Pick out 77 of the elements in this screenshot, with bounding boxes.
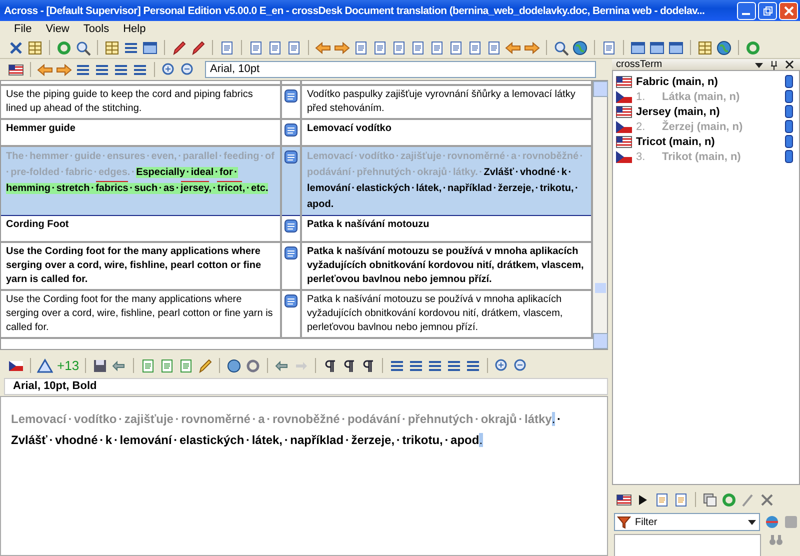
left-arrow-icon[interactable] bbox=[505, 40, 521, 56]
table-cell: Cording Foot bbox=[1, 216, 281, 242]
segment-row[interactable]: Cording Foot Patka k našívání motouzu bbox=[1, 216, 592, 242]
funnel-icon bbox=[617, 515, 631, 529]
table-cell: Vodítko paspulky zajišťuje vyrovnání šňůrky a lemovací látky před stehováním. bbox=[301, 85, 592, 119]
table-cell: Use the Cording foot for the many applications where serging over a cord, wire, fishline, pearl cotton or fine yarn is called for. bbox=[1, 242, 281, 290]
window-title: Across - [Default Supervisor] Personal Edition v5.00.0 E_en - crossDesk Document translation (bernina_web_dodelavky.doc, Bernina web - dodelav... bbox=[4, 4, 706, 16]
left-arrow-icon[interactable] bbox=[37, 62, 53, 78]
dropdown-icon bbox=[748, 518, 756, 526]
magnifier-icon[interactable] bbox=[75, 40, 91, 56]
flag-icon bbox=[616, 120, 632, 132]
maximize-button[interactable] bbox=[758, 2, 777, 20]
flag-icon[interactable] bbox=[8, 62, 24, 78]
term-entry[interactable]: Fabric (main, n) bbox=[613, 74, 799, 89]
segment-row[interactable] bbox=[1, 290, 592, 338]
segment-icon[interactable] bbox=[284, 123, 298, 137]
panel-title: crossTerm bbox=[616, 59, 664, 70]
left-arrow-icon[interactable] bbox=[315, 40, 331, 56]
grid-icon[interactable] bbox=[27, 40, 43, 56]
window-icon[interactable] bbox=[649, 40, 665, 56]
segment-icon[interactable] bbox=[284, 89, 298, 103]
table-cell: Lemovací · vodítko · zajišťuje · rovnoměrné · a · rovnoběžné · podávání · přehnutých · okrajů · látky. ·Zvlášť · vhodné · k · lemování · elastických · látek, · například · žerzeje, · trikotu, · apod. bbox=[301, 146, 592, 216]
menu-item[interactable]: View bbox=[46, 23, 70, 35]
close-icon bbox=[784, 6, 794, 16]
table-cell: Patka k našívání motouzu se používá v mnoha aplikacích vyžadujících obnitkování kordovou nití, drátkem, vlascem, perleťovou bavlnou nebo jemnou přízí. bbox=[301, 290, 592, 338]
term-entry[interactable]: Jersey (main, n) bbox=[613, 104, 799, 119]
segment-icon[interactable] bbox=[284, 246, 298, 260]
table-cell: Patka k našívání motouzu se používá v mnoha aplikacích vyžadujících obnitkování kordovou nití, drátkem, vlascem, perleťovou bavlnou nebo jemnou přízí. bbox=[301, 242, 592, 290]
window-icon[interactable] bbox=[668, 40, 684, 56]
book-icon[interactable] bbox=[785, 90, 793, 103]
table-cell: Use the piping guide to keep the cord and piping fabrics lined up ahead of the stitching. bbox=[1, 85, 281, 119]
flag-icon bbox=[616, 76, 632, 88]
pencil-icon[interactable] bbox=[197, 358, 214, 374]
table-cell: Patka k našívání motouzu bbox=[301, 216, 592, 242]
grid-icon[interactable] bbox=[697, 40, 713, 56]
table-cell: Use the Cording foot for the many applications where serging over a cord, wire, fishline, pearl cotton or fine yarn is called for. bbox=[1, 290, 281, 338]
window-icon[interactable] bbox=[702, 492, 718, 508]
format-field[interactable]: Arial, 10pt bbox=[205, 61, 596, 78]
menu-item[interactable]: File bbox=[14, 23, 32, 35]
grid-icon[interactable] bbox=[104, 40, 120, 56]
minimize-button[interactable] bbox=[737, 2, 756, 20]
window-icon[interactable] bbox=[142, 40, 158, 56]
segment-row[interactable]: Use the piping guide to keep the cord and piping fabrics lined up ahead of the stitching. Vodítko paspulky zajišťuje vyrovnání šňůrky a lemovací látky před stehováním. bbox=[1, 85, 592, 119]
segment-icon[interactable] bbox=[284, 150, 298, 164]
book-icon[interactable] bbox=[785, 135, 793, 148]
close-button[interactable] bbox=[779, 2, 798, 20]
change-counter: +13 bbox=[57, 358, 80, 373]
book-icon[interactable] bbox=[785, 105, 793, 118]
flag-icon bbox=[616, 136, 632, 148]
segment-row[interactable] bbox=[1, 242, 592, 290]
segment-row[interactable] bbox=[1, 146, 592, 216]
restore-icon bbox=[762, 6, 772, 16]
scrollbar[interactable] bbox=[593, 81, 607, 349]
book-icon[interactable] bbox=[785, 120, 793, 133]
filter-dropdown[interactable]: Filter bbox=[614, 513, 760, 531]
flag-icon bbox=[616, 150, 632, 162]
book-icon[interactable] bbox=[785, 75, 793, 88]
table-cell: The · hemmer · guide · ensures · even, · parallel · feeding · of · pre-folded · fabric · edges. ·Especially · ideal · for · hemming · stretch ·fabrics· such · as ·jersey, ·tricot, · etc. bbox=[1, 146, 281, 216]
editor-field[interactable]: Lemovací · vodítko · zajišťuje · rovnoměrné · a · rovnoběžné · podávání · přehnutých · okrajů · látky.· Zvlášť · vhodné · k · lemování · elastických · látek, · například · žerzeje, · trikotu, · apod. bbox=[0, 396, 608, 556]
pin-icon[interactable] bbox=[770, 60, 778, 70]
segment-icon[interactable] bbox=[284, 294, 298, 308]
flag-icon bbox=[616, 90, 632, 102]
minimize-icon bbox=[742, 13, 750, 15]
menu-item[interactable]: Tools bbox=[83, 23, 110, 35]
magnifier-icon[interactable] bbox=[553, 40, 569, 56]
window-icon[interactable] bbox=[630, 40, 646, 56]
pencil-icon[interactable] bbox=[190, 40, 206, 56]
book-icon[interactable] bbox=[785, 150, 793, 163]
term-entry[interactable]: Tricot (main, n) bbox=[613, 134, 799, 149]
flag-icon bbox=[616, 106, 632, 118]
close-icon[interactable] bbox=[785, 60, 794, 69]
menu-item[interactable]: Help bbox=[123, 23, 146, 35]
format-field[interactable]: Arial, 10pt, Bold bbox=[4, 378, 608, 395]
segment-icon[interactable] bbox=[284, 219, 298, 233]
pencil-icon[interactable] bbox=[171, 40, 187, 56]
triangle-icon[interactable] bbox=[37, 358, 53, 374]
flag-icon[interactable] bbox=[616, 492, 632, 508]
